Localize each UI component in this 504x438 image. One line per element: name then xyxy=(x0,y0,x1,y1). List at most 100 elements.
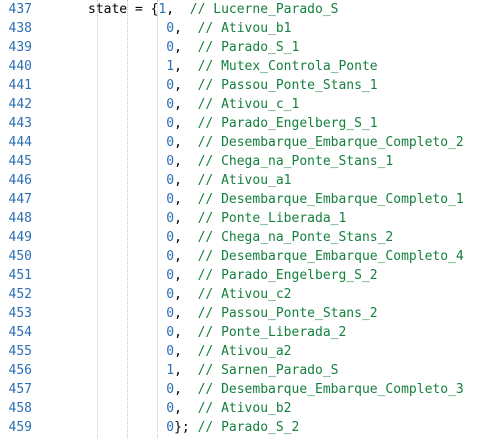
code-line[interactable]: 441 0, // Passou_Ponte_Stans_1 xyxy=(0,76,504,95)
separator: , xyxy=(174,59,182,74)
code-line[interactable]: 459 0}; // Parado_S_2 xyxy=(0,418,504,437)
separator: , xyxy=(174,173,182,188)
code-line[interactable]: 444 0, // Desembarque_Embarque_Completo_… xyxy=(0,133,504,152)
code-text: 0, // Ativou_c_1 xyxy=(88,95,299,114)
number-literal: 0 xyxy=(166,382,175,397)
code-text: 0, // Ativou_a2 xyxy=(88,342,291,361)
code-line[interactable]: 450 0, // Desembarque_Embarque_Completo_… xyxy=(0,247,504,266)
code-comment: // Parado_S_1 xyxy=(197,40,300,55)
separator: , xyxy=(174,249,182,264)
number-literal: 0 xyxy=(166,287,175,302)
code-line[interactable]: 453 0, // Passou_Ponte_Stans_2 xyxy=(0,304,504,323)
code-line[interactable]: 438 0, // Ativou_b1 xyxy=(0,19,504,38)
code-line[interactable]: 437 state = {1, // Lucerne_Parado_S xyxy=(0,0,504,19)
number-literal: 0 xyxy=(166,211,175,226)
code-comment: // Desembarque_Embarque_Completo_2 xyxy=(197,135,464,150)
code-comment: // Ativou_a1 xyxy=(197,173,292,188)
code-comment: // Ativou_c2 xyxy=(197,287,292,302)
code-line[interactable]: 443 0, // Parado_Engelberg_S_1 xyxy=(0,114,504,133)
code-line[interactable]: 456 1, // Sarnen_Parado_S xyxy=(0,361,504,380)
number-literal: 0 xyxy=(166,249,175,264)
code-comment: // Ativou_b1 xyxy=(197,21,292,36)
variable-name: state xyxy=(88,2,128,17)
code-text: 0, // Ponte_Liberada_1 xyxy=(88,209,346,228)
separator: , xyxy=(174,97,182,112)
line-number: 437 xyxy=(8,2,32,17)
line-number: 438 xyxy=(8,21,32,36)
line-number: 455 xyxy=(8,344,32,359)
separator: , xyxy=(174,401,182,416)
number-literal: 0 xyxy=(166,135,175,150)
code-text: 0, // Desembarque_Embarque_Completo_3 xyxy=(88,380,463,399)
line-number: 458 xyxy=(8,401,32,416)
number-literal: 0 xyxy=(166,116,175,131)
line-number: 453 xyxy=(8,306,32,321)
code-text: 0, // Ponte_Liberada_2 xyxy=(88,323,346,342)
code-line[interactable]: 439 0, // Parado_S_1 xyxy=(0,38,504,57)
code-line[interactable]: 458 0, // Ativou_b2 xyxy=(0,399,504,418)
code-line[interactable]: 451 0, // Parado_Engelberg_S_2 xyxy=(0,266,504,285)
line-number: 445 xyxy=(8,154,32,169)
number-literal: 1 xyxy=(166,59,175,74)
code-comment: // Passou_Ponte_Stans_2 xyxy=(197,306,378,321)
code-line[interactable]: 457 0, // Desembarque_Embarque_Completo_… xyxy=(0,380,504,399)
code-line[interactable]: 442 0, // Ativou_c_1 xyxy=(0,95,504,114)
code-comment: // Desembarque_Embarque_Completo_4 xyxy=(197,249,464,264)
code-line[interactable]: 446 0, // Ativou_a1 xyxy=(0,171,504,190)
code-line[interactable]: 452 0, // Ativou_c2 xyxy=(0,285,504,304)
code-text: 0, // Parado_Engelberg_S_1 xyxy=(88,114,378,133)
code-line[interactable]: 448 0, // Ponte_Liberada_1 xyxy=(0,209,504,228)
code-text: 0}; // Parado_S_2 xyxy=(88,418,299,437)
separator: , xyxy=(174,287,182,302)
separator: , xyxy=(174,192,182,207)
line-number: 451 xyxy=(8,268,32,283)
line-number: 446 xyxy=(8,173,32,188)
code-line[interactable]: 447 0, // Desembarque_Embarque_Completo_… xyxy=(0,190,504,209)
separator: , xyxy=(174,211,182,226)
number-literal: 0 xyxy=(166,78,175,93)
line-number: 444 xyxy=(8,135,32,150)
code-editor[interactable]: 437 state = {1, // Lucerne_Parado_S 438 0,… xyxy=(0,0,504,438)
code-comment: // Parado_Engelberg_S_1 xyxy=(197,116,378,131)
code-comment: // Mutex_Controla_Ponte xyxy=(197,59,378,74)
code-line[interactable]: 454 0, // Ponte_Liberada_2 xyxy=(0,323,504,342)
separator: , xyxy=(174,325,182,340)
code-line[interactable]: 455 0, // Ativou_a2 xyxy=(0,342,504,361)
line-number: 452 xyxy=(8,287,32,302)
code-text: 0, // Desembarque_Embarque_Completo_1 xyxy=(88,190,463,209)
separator: , xyxy=(174,40,182,55)
code-line[interactable]: 449 0, // Chega_na_Ponte_Stans_2 xyxy=(0,228,504,247)
number-literal: 0 xyxy=(166,306,175,321)
separator: , xyxy=(174,154,182,169)
number-literal: 0 xyxy=(166,40,175,55)
code-line[interactable]: 445 0, // Chega_na_Ponte_Stans_1 xyxy=(0,152,504,171)
separator: , xyxy=(174,382,182,397)
number-literal: 1 xyxy=(166,363,175,378)
line-number: 448 xyxy=(8,211,32,226)
code-line[interactable]: 440 1, // Mutex_Controla_Ponte xyxy=(0,57,504,76)
line-number: 442 xyxy=(8,97,32,112)
code-text: 0, // Ativou_a1 xyxy=(88,171,292,190)
code-text: 1, // Sarnen_Parado_S xyxy=(88,361,338,380)
code-comment: // Sarnen_Parado_S xyxy=(197,363,339,378)
code-text: 0, // Parado_Engelberg_S_2 xyxy=(88,266,377,285)
